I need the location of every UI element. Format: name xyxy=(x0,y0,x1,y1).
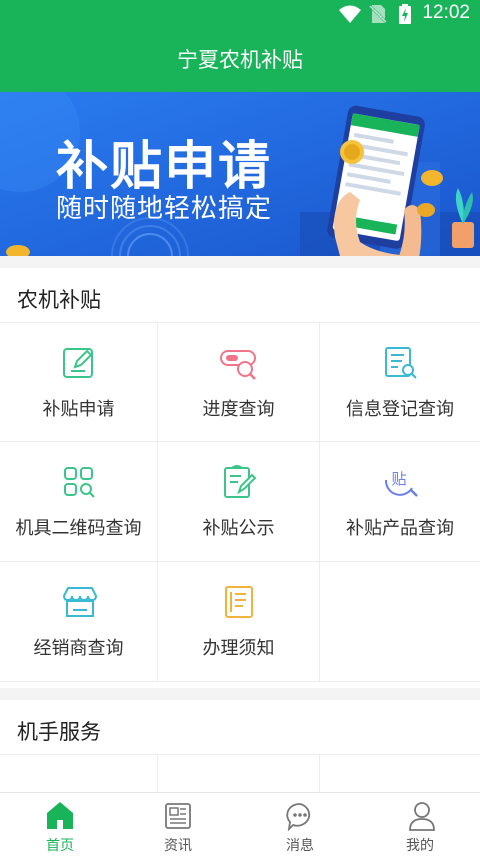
grid-item-service-1[interactable] xyxy=(0,754,158,792)
page-title: 宁夏农机补贴 xyxy=(177,48,303,72)
clipboard-pen-icon xyxy=(224,465,257,498)
wifi-icon xyxy=(339,5,361,23)
app-title-bar: 宁夏农机补贴 xyxy=(0,26,480,92)
grid-item-progress-query[interactable]: 进度查询 xyxy=(158,322,320,442)
grid-item-label: 机具二维码查询 xyxy=(15,518,142,539)
notice-doc-icon xyxy=(225,586,253,618)
grid-item-label: 办理须知 xyxy=(202,638,275,659)
section-title: 机手服务 xyxy=(17,720,101,744)
grid-item-subsidy-product-query[interactable]: 贴 补贴产品查询 xyxy=(320,442,480,562)
user-icon xyxy=(409,802,435,831)
progress-search-icon xyxy=(220,350,256,380)
grid-item-info-registry-query[interactable]: 信息登记查询 xyxy=(320,322,480,442)
grid-item-dealer-query[interactable]: 经销商查询 xyxy=(0,562,158,682)
tractor-icon xyxy=(382,777,418,792)
handshake-icon xyxy=(58,777,98,792)
qr-grid-icon xyxy=(64,467,95,498)
grid-item-empty xyxy=(320,562,480,682)
tab-label: 资讯 xyxy=(164,838,192,854)
document-search-icon xyxy=(385,347,417,379)
grid-item-label: 补贴申请 xyxy=(42,399,115,420)
tab-label: 首页 xyxy=(46,838,74,854)
store-icon xyxy=(62,587,98,617)
tab-messages[interactable]: 消息 xyxy=(240,793,360,863)
section-title: 农机补贴 xyxy=(17,288,101,312)
no-sim-icon xyxy=(369,5,387,23)
tab-home[interactable]: 首页 xyxy=(0,793,120,863)
banner-subtitle: 随时随地轻松搞定 xyxy=(56,194,273,224)
grid-item-label: 经销商查询 xyxy=(33,638,124,659)
tab-label: 消息 xyxy=(286,838,314,854)
subsidy-search-icon: 贴 xyxy=(384,470,418,497)
grid-item-service-2[interactable] xyxy=(158,754,320,792)
grid-item-procedure-notice[interactable]: 办理须知 xyxy=(158,562,320,682)
tab-news[interactable]: 资讯 xyxy=(118,793,238,863)
section-operator-service: 机手服务 xyxy=(0,700,480,792)
section-farm-subsidy: 农机补贴 补贴申请 进度查询 信息登记查询 机具二维码查询 补贴公示 贴 补贴产… xyxy=(0,268,480,688)
grid-item-label: 信息登记查询 xyxy=(346,399,454,420)
grid-item-qr-query[interactable]: 机具二维码查询 xyxy=(0,442,158,562)
status-time: 12:02 xyxy=(422,2,470,23)
svg-text:贴: 贴 xyxy=(391,470,406,488)
edit-icon xyxy=(63,348,93,378)
tab-profile[interactable]: 我的 xyxy=(360,793,480,863)
bottom-tab-bar: 首页 资讯 消息 我的 xyxy=(0,792,480,863)
status-bar: 12:02 xyxy=(0,0,480,26)
grid-item-label: 进度查询 xyxy=(202,399,275,420)
home-icon xyxy=(47,802,73,829)
grid-item-service-3[interactable] xyxy=(320,754,480,792)
battery-charging-icon xyxy=(399,4,411,24)
news-icon xyxy=(165,803,191,829)
tab-label: 我的 xyxy=(406,838,434,854)
grid-item-label: 补贴公示 xyxy=(202,518,275,539)
chat-icon xyxy=(286,803,311,831)
grid-item-label: 补贴产品查询 xyxy=(346,518,454,539)
card-icon xyxy=(221,777,257,792)
grid-item-subsidy-publicity[interactable]: 补贴公示 xyxy=(158,442,320,562)
grid-item-subsidy-apply[interactable]: 补贴申请 xyxy=(0,322,158,442)
